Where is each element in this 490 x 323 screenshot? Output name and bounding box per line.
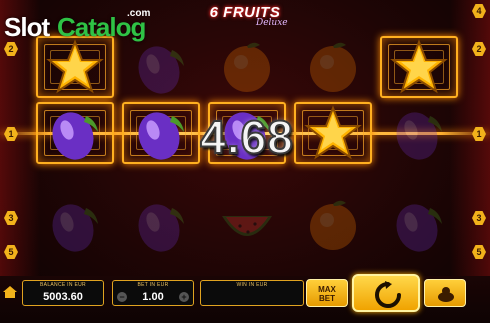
autoplay-button[interactable] — [424, 279, 466, 307]
autoplay-icon — [438, 287, 454, 302]
plum-icon — [138, 46, 184, 94]
line-marker-left: 2 — [4, 42, 18, 56]
reel-symbol-plum — [36, 194, 114, 256]
bet-label: BET IN EUR — [137, 282, 169, 288]
line-marker-right: 1 — [472, 127, 486, 141]
plum-icon — [52, 112, 98, 160]
watermark: Slot Catalog .com — [4, 6, 154, 42]
win-amount-display: 4.68 — [199, 110, 294, 164]
reel-symbol-plum — [122, 36, 200, 98]
orange-icon — [310, 200, 356, 250]
reel-symbol-plum — [380, 194, 458, 256]
bet-decrease-button[interactable]: − — [117, 292, 127, 302]
orange-icon — [310, 42, 356, 92]
reel-symbol-star — [36, 36, 114, 98]
home-button[interactable] — [2, 284, 18, 300]
star-icon — [390, 39, 448, 94]
reel-symbol-orange — [208, 36, 286, 98]
plum-icon — [52, 204, 98, 252]
balance-label: BALANCE IN EUR — [40, 282, 86, 288]
balance-panel: BALANCE IN EUR 5003.60 — [22, 280, 104, 306]
reel-symbol-plum — [36, 102, 114, 164]
orange-icon — [224, 42, 270, 92]
reel-symbol-orange — [294, 194, 372, 256]
max-bet-label-line2: BET — [319, 294, 335, 303]
balance-value: 5003.60 — [43, 291, 83, 303]
line-marker-left: 3 — [4, 211, 18, 225]
bet-panel: BET IN EUR 1.00 − + — [112, 280, 194, 306]
line-marker-right: 3 — [472, 211, 486, 225]
reel-symbol-watermelon — [208, 194, 286, 256]
plum-icon — [396, 204, 442, 252]
line-marker-right: 4 — [472, 4, 486, 18]
watermelon-icon — [222, 216, 272, 236]
plum-icon — [396, 112, 442, 160]
bet-increase-button[interactable]: + — [179, 292, 189, 302]
star-icon — [46, 39, 104, 94]
win-panel: WIN IN EUR — [200, 280, 304, 306]
reel-symbol-star — [380, 36, 458, 98]
line-marker-left: 5 — [4, 245, 18, 259]
max-bet-button[interactable]: MAX BET — [306, 279, 348, 307]
home-icon — [3, 286, 17, 298]
max-bet-label-line1: MAX — [318, 285, 336, 294]
line-marker-right: 5 — [472, 245, 486, 259]
win-label: WIN IN EUR — [236, 282, 268, 288]
spin-button[interactable] — [352, 274, 420, 312]
game-stage: 6 FRUITS Deluxe 2 1 3 5 4 2 1 3 5 4.68 S… — [0, 0, 490, 323]
watermark-slot: Slot — [4, 12, 50, 42]
line-marker-left: 1 — [4, 127, 18, 141]
line-marker-right: 2 — [472, 42, 486, 56]
plum-icon — [138, 204, 184, 252]
spin-icon — [375, 281, 401, 308]
reel-symbol-plum — [122, 194, 200, 256]
reel-symbol-plum — [380, 102, 458, 164]
watermark-com: .com — [127, 8, 151, 19]
reel-symbol-orange — [294, 36, 372, 98]
